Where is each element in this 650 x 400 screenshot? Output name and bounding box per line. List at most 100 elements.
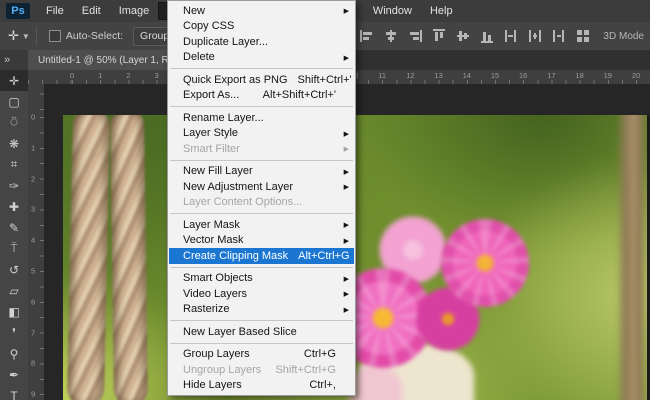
menu-item-layer-content-options: Layer Content Options... (169, 195, 354, 211)
distribute-left-edges-icon[interactable] (503, 28, 519, 44)
menu-item-ungroup-layers: Ungroup LayersShift+Ctrl+G (169, 362, 354, 378)
submenu-arrow-icon: ▶ (344, 237, 349, 245)
distribute-spacing-icon[interactable] (575, 28, 591, 44)
move-tool[interactable]: ✛ (0, 70, 28, 91)
photoshop-logo: Ps (6, 3, 30, 19)
separator (36, 26, 37, 46)
clone-stamp-tool[interactable]: ⍑ (0, 238, 28, 259)
auto-select-checkbox[interactable] (49, 30, 61, 42)
document-tab[interactable]: Untitled-1 @ 50% (Layer 1, RG (28, 50, 188, 70)
vertical-ruler[interactable]: 0123456789 (28, 84, 45, 400)
submenu-arrow-icon: ▶ (344, 7, 349, 15)
menu-item-label: Layer Style (183, 127, 336, 139)
menu-item-smart-filter: Smart Filter▶ (169, 141, 354, 157)
align-vertical-centers-icon[interactable] (455, 28, 471, 44)
menu-item-layer-style[interactable]: Layer Style ▶ (169, 126, 354, 142)
spot-healing-brush-tool[interactable]: ✚ (0, 196, 28, 217)
submenu-arrow-icon: ▶ (344, 168, 349, 176)
menu-item-hide-layers[interactable]: Hide LayersCtrl+, (169, 378, 354, 394)
rectangular-marquee-tool[interactable]: ▢ (0, 91, 28, 112)
menu-item-rasterize[interactable]: Rasterize▶ (169, 302, 354, 318)
collapse-panels-icon[interactable]: » (0, 50, 28, 70)
ruler-number: 2 (126, 71, 130, 80)
lasso-tool[interactable]: ⍥ (0, 112, 28, 133)
submenu-arrow-icon: ▶ (344, 290, 349, 298)
menu-item-shortcut: Ctrl+, (309, 379, 336, 391)
history-brush-tool[interactable]: ↺ (0, 259, 28, 280)
menu-item-video-layers[interactable]: Video Layers ▶ (169, 286, 354, 302)
menubar-item-help[interactable]: Help (421, 2, 462, 20)
pen-tool[interactable]: ✒ (0, 364, 28, 385)
ruler-number: 1 (31, 143, 35, 152)
menu-item-label: Export As... (183, 89, 253, 101)
submenu-arrow-icon: ▶ (344, 145, 349, 153)
menu-item-new-fill-layer[interactable]: New Fill Layer▶ (169, 164, 354, 180)
menu-item-smart-objects[interactable]: Smart Objects▶ (169, 271, 354, 287)
menu-item-label: Smart Objects (183, 272, 336, 284)
gradient-tool[interactable]: ◧ (0, 301, 28, 322)
align-bottom-edges-icon[interactable] (479, 28, 495, 44)
ruler-number: 7 (31, 328, 35, 337)
align-right-edges-icon[interactable] (407, 28, 423, 44)
tools-panel: ✛▢⍥❋⌗✑✚✎⍑↺▱◧❜⚲✒T (0, 70, 29, 400)
photo-layer[interactable] (63, 115, 650, 400)
move-tool-icon[interactable]: ✛ (8, 28, 19, 44)
alignment-tools: 3D Mode (342, 22, 650, 50)
ruler-number: 3 (155, 71, 159, 80)
eraser-tool[interactable]: ▱ (0, 280, 28, 301)
ruler-number: 15 (491, 71, 499, 80)
menu-item-label: Layer Mask (183, 219, 336, 231)
crop-tool[interactable]: ⌗ (0, 154, 28, 175)
brush-tool[interactable]: ✎ (0, 217, 28, 238)
dropdown-value: Group (140, 30, 169, 42)
menu-item-new[interactable]: New▶ (169, 3, 354, 19)
menu-separator (170, 68, 353, 69)
ruler-number: 20 (632, 71, 640, 80)
menu-item-new-layer-based-slice[interactable]: New Layer Based Slice (169, 324, 354, 340)
align-top-edges-icon[interactable] (431, 28, 447, 44)
ruler-number: 19 (604, 71, 612, 80)
menu-item-duplicate-layer[interactable]: Duplicate Layer... (169, 34, 354, 50)
menu-item-create-clipping-mask[interactable]: Create Clipping MaskAlt+Ctrl+G (169, 248, 354, 264)
menu-separator (170, 106, 353, 107)
dodge-tool[interactable]: ⚲ (0, 343, 28, 364)
menu-item-group-layers[interactable]: Group Layers Ctrl+G (169, 347, 354, 363)
menu-item-copy-css[interactable]: Copy CSS (169, 19, 354, 35)
menu-item-vector-mask[interactable]: Vector Mask▶ (169, 233, 354, 249)
submenu-arrow-icon: ▶ (344, 130, 349, 138)
ruler-number: 16 (519, 71, 527, 80)
type-tool[interactable]: T (0, 385, 28, 400)
menu-item-label: Rename Layer... (183, 112, 336, 124)
quick-selection-tool[interactable]: ❋ (0, 133, 28, 154)
eyedropper-tool[interactable]: ✑ (0, 175, 28, 196)
align-left-edges-icon[interactable] (359, 28, 375, 44)
menu-item-export-as[interactable]: Export As...Alt+Shift+Ctrl+' (169, 88, 354, 104)
photo-flower (441, 219, 529, 307)
menubar-item-file[interactable]: File (37, 2, 73, 20)
ruler-number: 17 (547, 71, 555, 80)
3d-mode-label: 3D Mode (603, 31, 644, 42)
photo-branch-right (616, 115, 648, 400)
menubar-item-edit[interactable]: Edit (73, 2, 110, 20)
submenu-arrow-icon: ▶ (344, 183, 349, 191)
tool-preset-chevron-icon[interactable]: ▼ (22, 32, 30, 41)
distribute-right-edges-icon[interactable] (551, 28, 567, 44)
blur-tool[interactable]: ❜ (0, 322, 28, 343)
menu-item-label: Group Layers (183, 348, 294, 360)
menu-item-layer-mask[interactable]: Layer Mask▶ (169, 217, 354, 233)
submenu-arrow-icon: ▶ (344, 306, 349, 314)
distribute-horizontal-centers-icon[interactable] (527, 28, 543, 44)
menu-item-label: New Adjustment Layer (183, 181, 336, 193)
photo-rope-left (67, 115, 110, 400)
ruler-number: 0 (70, 71, 74, 80)
align-horizontal-centers-icon[interactable] (383, 28, 399, 44)
menu-item-label: Video Layers (183, 288, 336, 300)
menubar-item-window[interactable]: Window (364, 2, 421, 20)
menu-item-new-adjustment-layer[interactable]: New Adjustment Layer ▶ (169, 179, 354, 195)
menu-item-label: Quick Export as PNG (183, 74, 288, 86)
menubar-item-image[interactable]: Image (110, 2, 159, 20)
menu-item-quick-export-as-png[interactable]: Quick Export as PNGShift+Ctrl+' (169, 72, 354, 88)
menu-item-delete[interactable]: Delete▶ (169, 50, 354, 66)
menu-item-rename-layer[interactable]: Rename Layer... (169, 110, 354, 126)
menu-item-shortcut: Ctrl+G (304, 348, 336, 360)
